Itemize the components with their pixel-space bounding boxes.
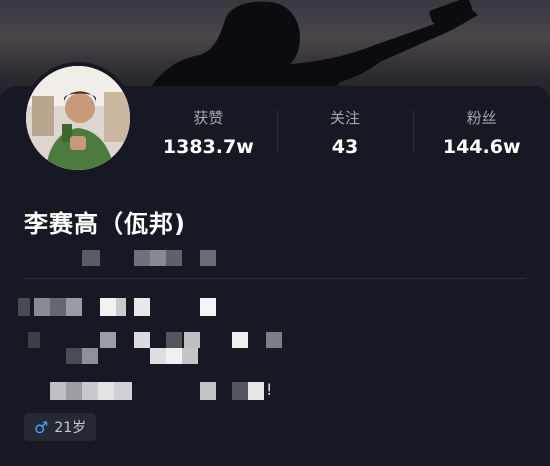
stat-followers-label: 粉丝 (466, 109, 497, 127)
stat-followers-value: 144.6w (442, 136, 521, 158)
stat-likes-label: 获赞 (193, 109, 224, 127)
age-label: 21岁 (54, 420, 87, 436)
avatar[interactable] (22, 62, 134, 174)
stat-likes[interactable]: 获赞 1383.7w (140, 104, 277, 164)
avatar-photo-icon (26, 66, 130, 170)
male-icon: ♂ (34, 417, 49, 437)
gender-age-tag: ♂ 21岁 (24, 413, 97, 441)
profile-name: 李赛高（佤邦) (24, 210, 186, 238)
divider (24, 278, 526, 279)
stat-likes-value: 1383.7w (162, 136, 254, 158)
profile-page: 获赞 1383.7w 关注 43 粉丝 144.6w 李赛高（佤邦) ! ♂ 2… (0, 0, 550, 466)
stat-followers[interactable]: 粉丝 144.6w (413, 104, 550, 164)
stats-bar: 获赞 1383.7w 关注 43 粉丝 144.6w (140, 104, 550, 164)
stat-following-label: 关注 (330, 109, 361, 127)
stat-following[interactable]: 关注 43 (276, 104, 414, 164)
stat-following-value: 43 (331, 136, 359, 158)
bio-tail-text: ! (266, 380, 273, 399)
